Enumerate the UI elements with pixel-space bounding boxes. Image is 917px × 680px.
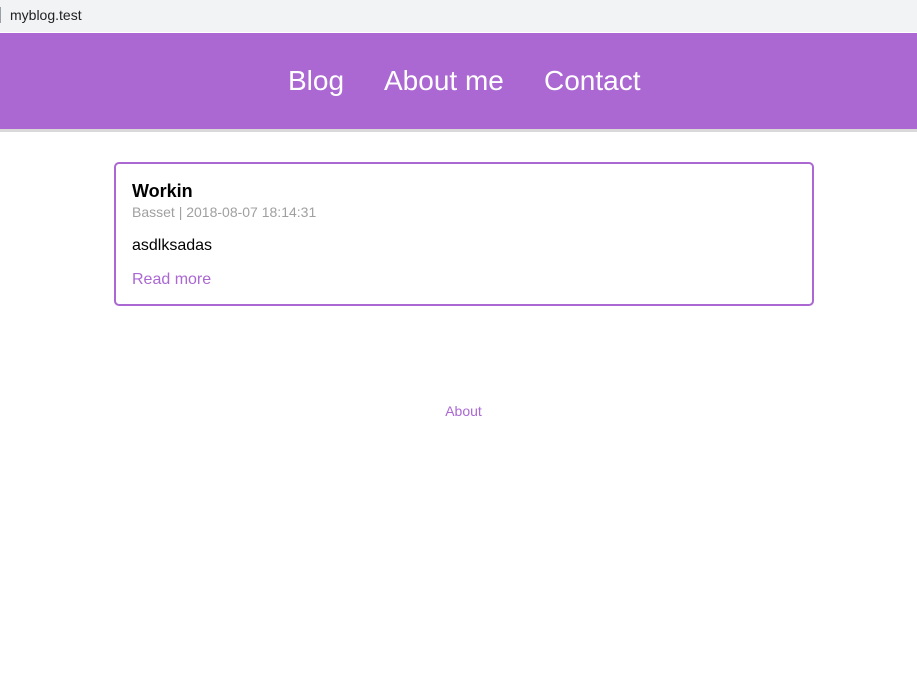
text-caret — [0, 7, 1, 23]
meta-separator: | — [178, 204, 183, 220]
browser-address-bar[interactable]: myblog.test — [0, 0, 917, 32]
post-card: Workin Basset | 2018-08-07 18:14:31 asdl… — [114, 162, 814, 306]
post-excerpt: asdlksadas — [132, 237, 213, 254]
read-more-link[interactable]: Read more — [132, 270, 211, 290]
nav-about-me-link[interactable]: About me — [384, 64, 504, 98]
nav-contact-link[interactable]: Contact — [544, 64, 641, 98]
footer: About — [0, 402, 917, 420]
footer-about-link[interactable]: About — [445, 403, 482, 419]
main-nav: Blog About me Contact — [0, 64, 917, 100]
post-date: 2018-08-07 18:14:31 — [186, 204, 317, 220]
post-title: Workin — [132, 181, 193, 201]
site-header: Blog About me Contact — [0, 33, 917, 132]
post-author: Basset — [132, 204, 175, 220]
nav-blog-link[interactable]: Blog — [288, 64, 344, 98]
post-meta: Basset | 2018-08-07 18:14:31 — [132, 203, 316, 221]
address-url[interactable]: myblog.test — [10, 7, 82, 23]
